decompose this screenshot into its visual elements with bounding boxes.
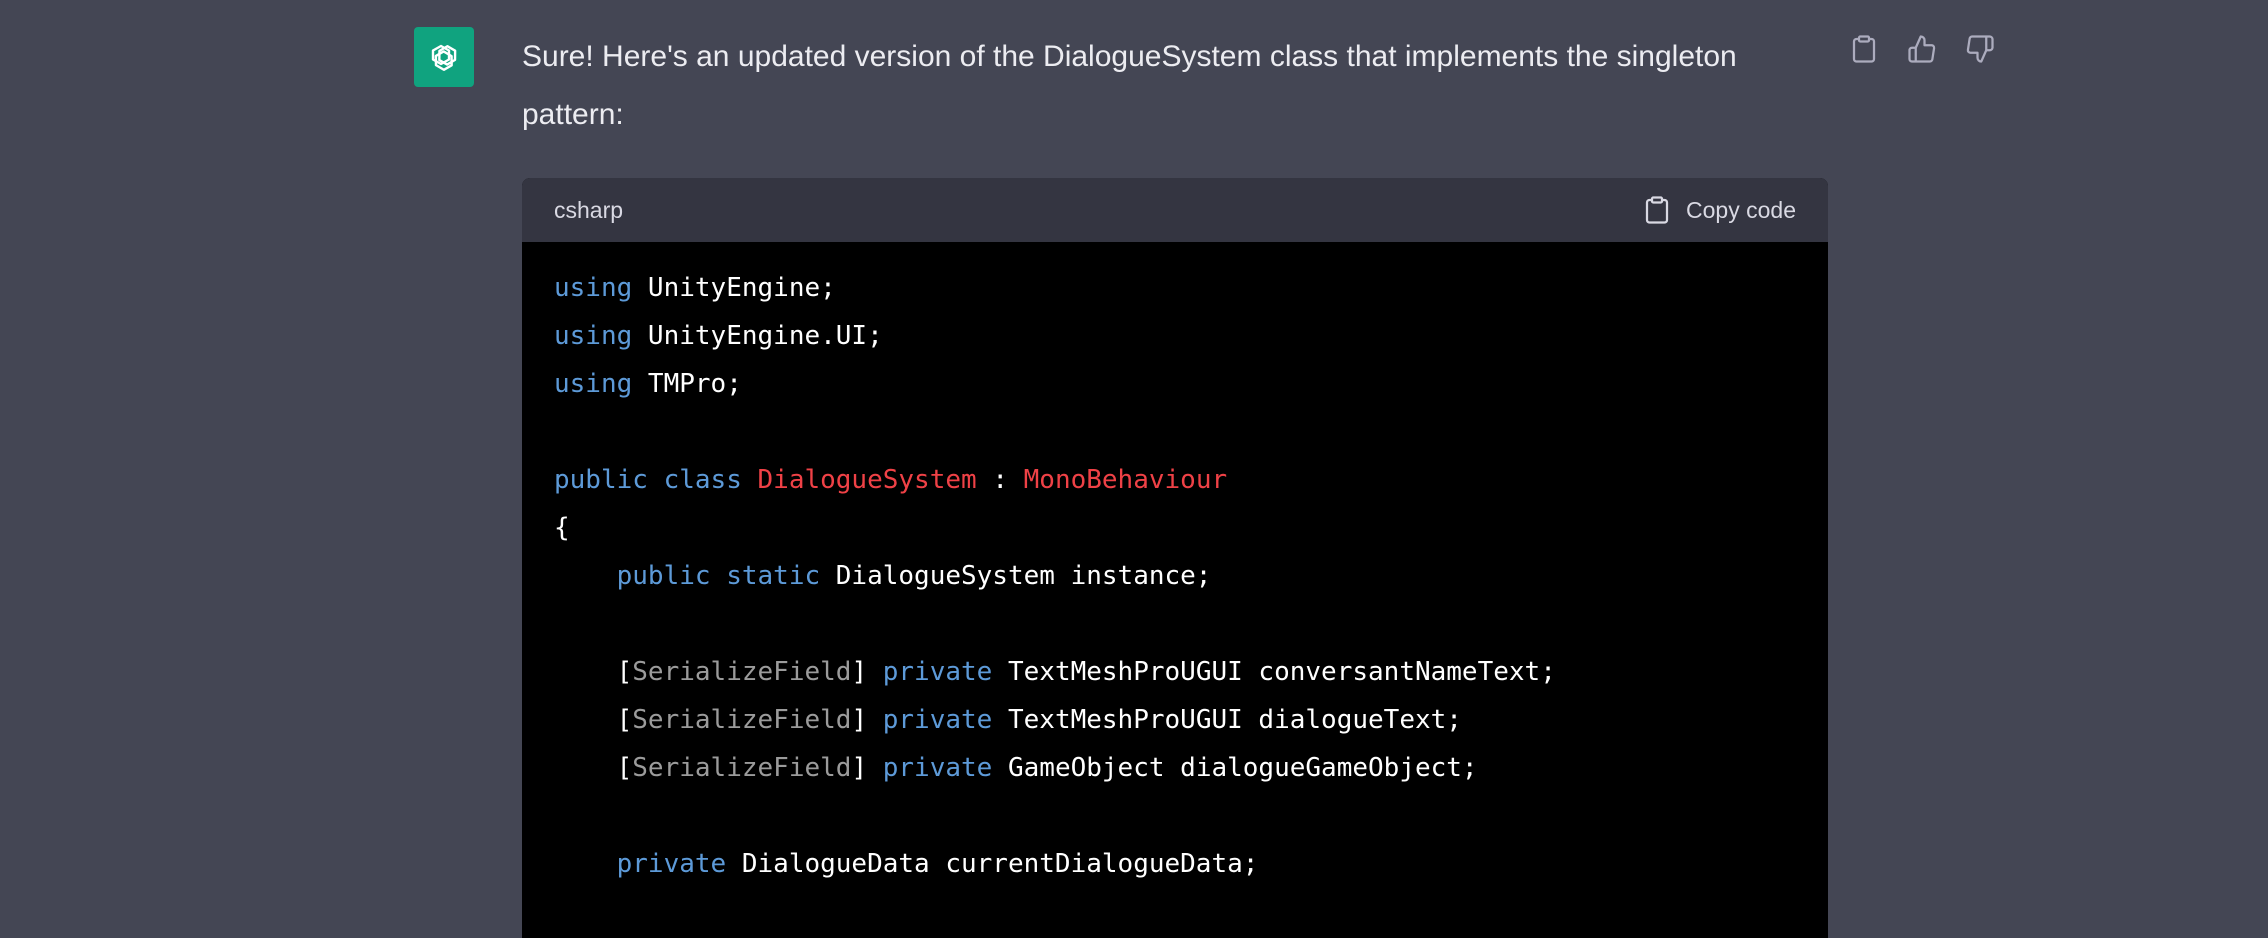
code-token: [ xyxy=(554,753,633,783)
code-line: using UnityEngine; xyxy=(554,264,1796,312)
thumbs-down-button[interactable] xyxy=(1964,32,1996,66)
thumbs-up-button[interactable] xyxy=(1906,32,1938,66)
code-line: [SerializeField] private TextMeshProUGUI… xyxy=(554,648,1796,696)
code-token: public xyxy=(616,561,711,591)
code-token: private xyxy=(616,849,727,879)
code-token: MonoBehaviour xyxy=(1023,465,1228,495)
code-token: [ xyxy=(554,657,633,687)
code-token: { xyxy=(554,513,570,543)
code-token: UnityEngine; xyxy=(632,273,836,303)
code-token: private xyxy=(882,753,993,783)
code-line: public static DialogueSystem instance; xyxy=(554,552,1796,600)
chat-page: Sure! Here's an updated version of the D… xyxy=(0,0,2268,938)
code-token: SerializeField xyxy=(632,657,852,687)
code-token: DialogueSystem xyxy=(757,465,977,495)
copy-code-button[interactable]: Copy code xyxy=(1642,195,1796,225)
code-line: public class DialogueSystem : MonoBehavi… xyxy=(554,456,1796,504)
code-token: TextMeshProUGUI conversantNameText; xyxy=(992,657,1556,687)
code-token: ] xyxy=(851,753,883,783)
code-token: class xyxy=(663,465,742,495)
copy-code-label: Copy code xyxy=(1686,196,1796,223)
clipboard-icon xyxy=(1645,196,1669,224)
openai-logo-icon xyxy=(431,44,457,71)
code-line: using UnityEngine.UI; xyxy=(554,312,1796,360)
code-token: TextMeshProUGUI dialogueText; xyxy=(992,705,1462,735)
code-token: SerializeField xyxy=(632,705,852,735)
code-token: private xyxy=(882,705,993,735)
code-block-header: csharp Copy code xyxy=(522,178,1828,242)
thumbs-down-icon xyxy=(1966,35,1994,63)
assistant-avatar xyxy=(414,27,474,87)
code-token: : xyxy=(976,465,1024,495)
code-token: UnityEngine.UI; xyxy=(632,321,883,351)
message-actions xyxy=(1848,32,1996,66)
code-token: using xyxy=(554,321,633,351)
assistant-message-text: Sure! Here's an updated version of the D… xyxy=(522,40,1737,131)
code-token: using xyxy=(554,369,633,399)
code-token: public xyxy=(554,465,648,495)
code-line: private DialogueData currentDialogueData… xyxy=(554,840,1796,888)
thumbs-up-icon xyxy=(1908,35,1936,63)
code-line: { xyxy=(554,504,1796,552)
code-token: GameObject dialogueGameObject; xyxy=(992,753,1478,783)
code-line: [SerializeField] private TextMeshProUGUI… xyxy=(554,696,1796,744)
code-token: ] xyxy=(851,705,883,735)
code-block: csharp Copy code using UnityEngine; using… xyxy=(522,178,1828,938)
code-token: DialogueSystem instance; xyxy=(820,561,1212,591)
code-token: using xyxy=(554,273,633,303)
code-token: static xyxy=(726,561,821,591)
code-token: ] xyxy=(851,657,883,687)
code-content: using UnityEngine; using UnityEngine.UI; u… xyxy=(522,242,1828,910)
code-language-label: csharp xyxy=(554,196,624,223)
code-token: private xyxy=(882,657,993,687)
code-token: SerializeField xyxy=(632,753,852,783)
code-line: [SerializeField] private GameObject dial… xyxy=(554,744,1796,792)
clipboard-icon xyxy=(1852,35,1876,63)
code-token: DialogueData currentDialogueData; xyxy=(726,849,1259,879)
code-token: TMPro; xyxy=(632,369,742,399)
copy-message-button[interactable] xyxy=(1848,32,1880,66)
code-line: using TMPro; xyxy=(554,360,1796,408)
code-token: [ xyxy=(554,705,633,735)
